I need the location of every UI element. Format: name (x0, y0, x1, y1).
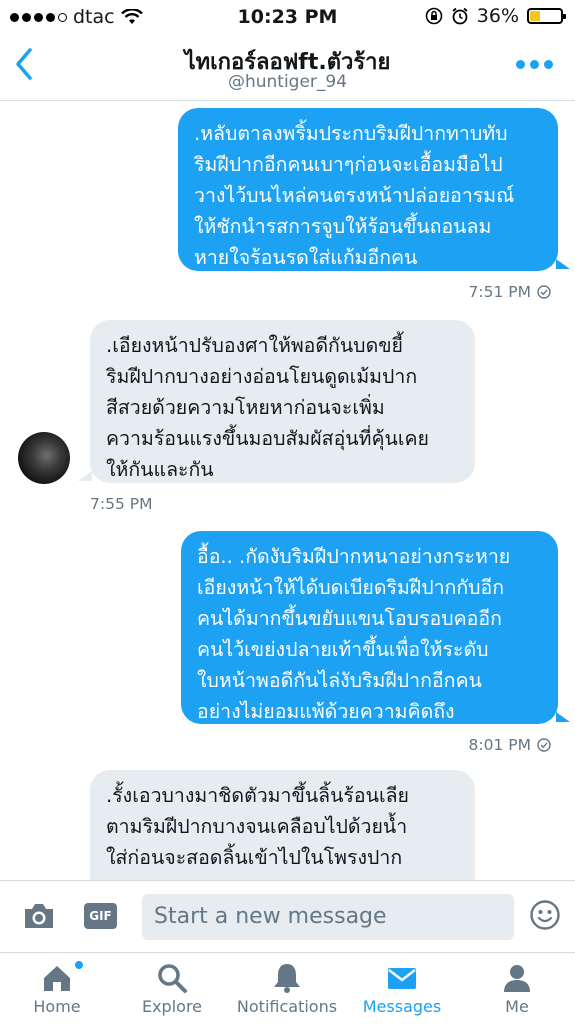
message-line: ริมฝีปากอีกคนเบาๆก่อนจะเอื้อมมือไป (194, 153, 503, 176)
message-line: ริมฝีปากบางอย่างอ่อนโยนดูดเม้มปาก (106, 365, 418, 388)
message-bubble-outgoing[interactable]: .หลับตาลงพริ้มประกบริมฝีปากทาบทับ ริมฝีป… (178, 108, 558, 271)
tab-label: Home (33, 997, 81, 1016)
tab-label: Explore (141, 997, 203, 1016)
message-line: .เอียงหน้าปรับองศาให้พอดีกันบดขยี้ (106, 334, 403, 357)
message-line: ให้ชักนำรสการจูบให้ร้อนขึ้นถอนลม (194, 215, 492, 238)
tab-messages[interactable]: Messages (356, 953, 448, 1025)
message-line: ให้กันและกัน (106, 458, 214, 481)
alarm-icon (452, 7, 468, 25)
message-bubble-outgoing[interactable]: อื้อ.. .กัดงับริมฝีปากหนาอย่างกระหาย เอี… (181, 531, 558, 724)
message-line: คนไว้เขย่งปลายเท้าขึ้นเพื่อให้ระดับ (197, 638, 489, 661)
tab-notifications[interactable]: Notifications (232, 953, 342, 1025)
more-dots-icon[interactable] (516, 60, 553, 69)
message-time: 8:01 PM (468, 736, 531, 754)
status-right: 36% (425, 5, 566, 27)
camera-icon[interactable] (22, 901, 56, 931)
tab-home[interactable]: Home (14, 953, 100, 1025)
message-line: สีสวยด้วยความโหยหาก่อนจะเพิ่ม (106, 396, 385, 419)
message-line: ใบหน้าพอดีกันไล่งับริมฝีปากอีกคน (197, 669, 482, 692)
conversation-handle: @huntiger_94 (227, 72, 348, 92)
message-line: ความร้อนแรงขึ้นมอบสัมผัสอุ่นที่คุ้นเคย (106, 427, 429, 450)
notification-dot (75, 961, 83, 969)
message-line: หายใจร้อนรดใส่แก้มอีกคน (194, 246, 418, 269)
avatar[interactable] (18, 432, 70, 484)
message-line: เอียงหน้าให้ได้บดเบียดริมฝีปากกับอีก (197, 576, 505, 599)
status-bar: dtac 10:23 PM 36% (0, 0, 575, 34)
message-time: 7:51 PM (468, 283, 531, 301)
bubble-tail (556, 259, 570, 269)
message-line: คนได้มากขึ้นขยับแขนโอบรอบคออีก (197, 607, 502, 630)
message-line: อื้อ.. .กัดงับริมฝีปากหนาอย่างกระหาย (197, 545, 511, 568)
check-icon (537, 738, 551, 752)
gif-button[interactable]: GIF (84, 903, 117, 929)
message-line: ใส่ก่อนจะสอดลิ้นเข้าไปในโพรงปาก (106, 846, 403, 869)
tab-me[interactable]: Me (474, 953, 560, 1025)
message-meta: 7:55 PM (90, 495, 152, 513)
check-icon (537, 285, 551, 299)
message-line: วางไว้บนไหล่คนตรงหน้าปล่อยอารมณ์ (194, 184, 515, 207)
bell-icon (274, 964, 300, 993)
emoji-icon[interactable] (529, 899, 561, 931)
tab-explore[interactable]: Explore (128, 953, 216, 1025)
tab-label: Me (505, 997, 529, 1016)
conversation-header: ไทเกอร์ลอฟft.ตัวร้าย @huntiger_94 (0, 34, 575, 101)
message-line: ตามริมฝีปากบางจนเคลือบไปด้วยน้ำ (106, 815, 408, 838)
bubble-tail (78, 471, 92, 481)
message-bubble-incoming[interactable]: .เอียงหน้าปรับองศาให้พอดีกันบดขยี้ ริมฝี… (90, 320, 475, 483)
tab-label: Messages (362, 997, 442, 1016)
message-line: .รั้งเอวบางมาชิดตัวมาขึ้นลิ้นร้อนเลีย (106, 784, 409, 807)
message-line: .หลับตาลงพริ้มประกบริมฝีปากทาบทับ (194, 122, 508, 145)
tab-label: Notifications (236, 997, 338, 1016)
compose-bar: GIF Start a new message (0, 880, 575, 953)
battery-icon (527, 8, 566, 24)
message-meta: 8:01 PM (469, 736, 551, 754)
home-icon (44, 966, 70, 991)
message-time: 7:55 PM (90, 495, 153, 513)
search-icon (158, 964, 187, 993)
tab-bar: Home Explore Notifications Messages Me (0, 952, 575, 1025)
message-input[interactable]: Start a new message (142, 894, 514, 940)
orientation-lock-icon (425, 7, 443, 25)
bubble-tail (556, 712, 570, 722)
message-line: อย่างไม่ยอมแพ้ด้วยความคิดถึง (197, 700, 455, 723)
message-meta: 7:51 PM (469, 283, 551, 301)
battery-percent: 36% (476, 5, 519, 27)
person-icon (504, 965, 530, 992)
envelope-icon (388, 968, 416, 989)
